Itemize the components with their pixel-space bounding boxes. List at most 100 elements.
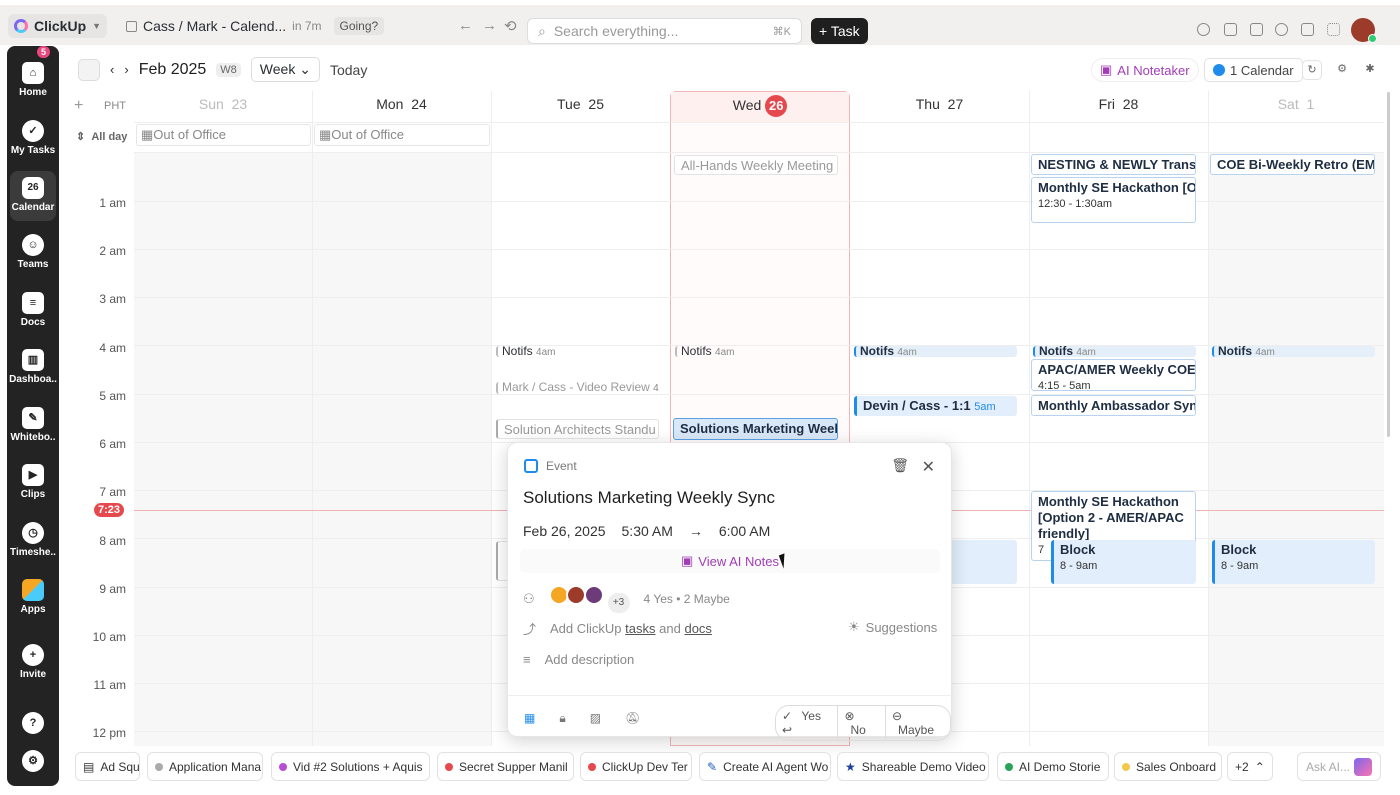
breadcrumb[interactable]: Cass / Mark - Calend... in 7m Going? [126, 17, 385, 35]
day-header-sun[interactable]: Sun 23 [134, 96, 312, 112]
bottom-tab[interactable]: Secret Supper Manil [437, 752, 574, 781]
refresh-icon[interactable]: ↻ [1302, 60, 1322, 80]
event-all-hands[interactable]: All-Hands Weekly Meeting [674, 155, 838, 175]
today-button[interactable]: Today [330, 62, 367, 78]
sidebar-item-dashboards[interactable]: ▥ Dashboa.. [7, 349, 59, 385]
sidebar-item-home[interactable]: 5 ⌂ Home [7, 46, 59, 98]
sidebar-item-teams[interactable]: ☺ Teams [7, 234, 59, 270]
history-icon[interactable]: ⟲ [504, 17, 517, 35]
sidebar-item-docs[interactable]: ≡ Docs [7, 292, 59, 328]
sidebar-item-apps[interactable]: Apps [7, 579, 59, 615]
calendar-scrollbar[interactable] [1387, 92, 1390, 437]
pattern-icon[interactable]: ▨ [590, 711, 601, 726]
event-coe-retro[interactable]: COE Bi-Weekly Retro (EME [1210, 154, 1375, 175]
rsvp-yes-button[interactable]: ✓ Yes ↩ [776, 706, 839, 740]
sidebar-item-my-tasks[interactable]: ✓ My Tasks [7, 120, 59, 156]
workspace-switcher[interactable]: ClickUp ▼ [8, 14, 108, 38]
gear-icon[interactable]: ⚙ [1332, 60, 1352, 80]
event-video-review[interactable]: Mark / Cass - Video Review 4 [496, 382, 659, 394]
new-task-button[interactable]: + Task [811, 18, 868, 44]
event-apac-amer[interactable]: APAC/AMER Weekly COE T 4:15 - 5am [1031, 359, 1196, 391]
event-time: 5am [974, 401, 996, 413]
day-header-sat[interactable]: Sat 1 [1208, 96, 1384, 112]
ai-notetaker-button[interactable]: ▣ AI Notetaker [1091, 58, 1199, 82]
event-sa-standup[interactable]: Solution Architects Standu [496, 419, 659, 439]
event-ambassador-sync[interactable]: Monthly Ambassador Sync [1031, 395, 1196, 416]
add-tasks-docs-row[interactable]: ⤴ Add ClickUp tasks and docs [523, 619, 712, 638]
event-notifs[interactable]: Notifs 4am [854, 346, 1017, 357]
check-circle-icon[interactable] [1197, 23, 1210, 36]
bottom-tab[interactable]: ClickUp Dev Ter [580, 752, 692, 781]
notepad-icon[interactable] [1224, 23, 1237, 36]
bottom-tab[interactable]: ▤ Ad Squ [75, 752, 140, 781]
day-name: Thu [915, 96, 940, 112]
event-datetime[interactable]: Feb 26, 2025 5:30 AM → 6:00 AM [523, 523, 770, 539]
next-week-button[interactable]: › [124, 62, 128, 77]
view-ai-notes-button[interactable]: ▣ View AI Notes [520, 549, 940, 573]
event-solutions-marketing[interactable]: Solutions Marketing Weekl [673, 418, 838, 440]
bottom-tab[interactable]: AI Demo Storie [997, 752, 1109, 781]
day-header-tue[interactable]: Tue 25 [491, 96, 670, 112]
sidebar-item-whiteboards[interactable]: ✎ Whitebo.. [7, 407, 59, 443]
rsvp-maybe-button[interactable]: ⊖ Maybe [886, 706, 950, 740]
allday-label: All day [91, 131, 128, 143]
apps-grid-icon[interactable] [1327, 23, 1340, 36]
lock-icon[interactable]: 🔒︎ [559, 711, 565, 726]
event-hackathon-1[interactable]: Monthly SE Hackathon [Op 12:30 - 1:30am [1031, 177, 1196, 223]
trash-icon[interactable]: 🗑 [891, 457, 909, 474]
day-header-wed[interactable]: Wed 26 [670, 95, 850, 117]
bug-icon[interactable]: ✱ [1360, 60, 1380, 80]
out-of-office-event[interactable]: ▦Out of Office [136, 124, 311, 146]
bell-off-icon[interactable]: 🔕︎ [625, 711, 640, 726]
back-arrow-icon[interactable]: ← [458, 17, 473, 34]
event-notifs[interactable]: Notifs 4am [675, 346, 838, 357]
user-avatar[interactable] [1351, 18, 1377, 43]
bottom-tab[interactable]: Vid #2 Solutions + Aquis [271, 752, 430, 781]
event-devin-cass[interactable]: Devin / Cass - 1:1 5am [854, 396, 1017, 416]
event-nesting[interactable]: NESTING & NEWLY Transit [1031, 154, 1196, 175]
event-block-fri[interactable]: Block 8 - 9am [1051, 540, 1196, 584]
sidebar-item-clips[interactable]: ▶ Clips [7, 464, 59, 500]
document-icon[interactable] [1301, 23, 1314, 36]
search-input[interactable]: ⌕ Search everything... ⌘K [527, 18, 802, 44]
event-notifs[interactable]: Notifs 4am [1212, 346, 1375, 357]
going-button[interactable]: Going? [333, 17, 385, 35]
rsvp-no-button[interactable]: ⊗ No [838, 706, 886, 740]
bottom-tab[interactable]: ✎ Create AI Agent Wo [699, 752, 831, 781]
alarm-icon[interactable] [1275, 23, 1288, 36]
sidebar-item-calendar[interactable]: 26 Calendar [7, 171, 59, 221]
prev-week-button[interactable]: ‹ [110, 62, 114, 77]
add-tasks-link[interactable]: tasks [625, 621, 655, 636]
ask-ai-input[interactable]: Ask AI... [1297, 752, 1381, 781]
more-tabs-button[interactable]: +2 ⌃ [1227, 752, 1273, 781]
sidebar-item-invite[interactable]: + Invite [7, 644, 59, 680]
add-docs-link[interactable]: docs [684, 621, 711, 636]
event-notifs[interactable]: Notifs 4am [1033, 346, 1196, 357]
suggestions-button[interactable]: ☀ Suggestions [848, 619, 937, 635]
calendar-selector[interactable]: 1 Calendar [1204, 58, 1303, 82]
description-field[interactable]: ≡ Add description [523, 652, 634, 667]
out-of-office-event[interactable]: ▦Out of Office [314, 124, 490, 146]
sidebar-item-timesheets[interactable]: ◷ Timeshe.. [7, 522, 59, 558]
allday-row-label[interactable]: ⇕ All day [76, 130, 127, 143]
event-notifs[interactable]: Notifs 4am [496, 346, 659, 357]
sidebar-toggle-icon[interactable] [78, 58, 100, 81]
help-button[interactable]: ? [7, 712, 59, 737]
bottom-tab[interactable]: ★ Shareable Demo Video [837, 752, 989, 781]
event-title[interactable]: Solutions Marketing Weekly Sync [523, 488, 775, 508]
view-selector[interactable]: Week ⌄ [250, 57, 320, 82]
bottom-tab[interactable]: Sales Onboard [1114, 752, 1222, 781]
add-timezone-button[interactable]: + [74, 97, 83, 115]
video-icon[interactable] [1250, 23, 1263, 36]
event-block-sat[interactable]: Block 8 - 9am [1212, 540, 1375, 584]
day-header-thu[interactable]: Thu 27 [850, 96, 1029, 112]
settings-button[interactable]: ⚙ [7, 750, 59, 775]
attendees-row[interactable]: ⚇ +3 4 Yes • 2 Maybe [523, 585, 730, 613]
day-header-fri[interactable]: Fri 28 [1029, 96, 1208, 112]
calendar-icon: 26 [22, 177, 44, 199]
day-header-mon[interactable]: Mon 24 [312, 96, 491, 112]
bottom-tab[interactable]: Application Mana [147, 752, 263, 781]
forward-arrow-icon[interactable]: → [482, 17, 497, 34]
calendar-icon[interactable]: ▦ [524, 711, 535, 726]
close-icon[interactable]: ✕ [922, 457, 935, 477]
